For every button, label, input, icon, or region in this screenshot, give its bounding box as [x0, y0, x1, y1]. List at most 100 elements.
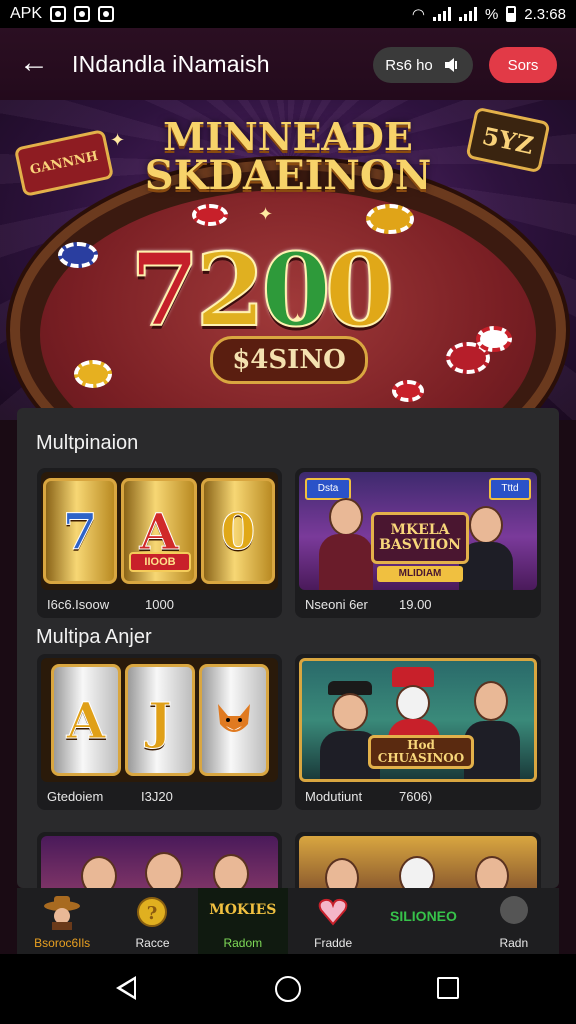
slot-reel: 7 — [43, 478, 117, 584]
app-root: APK ◠ % 2.3:68 ← INdandla iNamaish Rs6 h… — [0, 0, 576, 1024]
nav-item-profile[interactable]: Radn — [469, 888, 559, 954]
nav-item-coin[interactable]: ? Racce — [107, 888, 197, 954]
hero-banner[interactable]: GANNNH 5YZ MINNEADE SKDAEINON ✦ ✦ ✦ 7 2 … — [0, 100, 576, 420]
section-title: Multpinaion — [36, 432, 139, 454]
slots-icon: SILIONEO — [390, 908, 457, 924]
back-arrow-icon[interactable]: ← — [16, 46, 52, 82]
bottom-navigation: Bsoroc6Ils ? Racce MOKIES Radom Fradde S… — [17, 888, 559, 954]
game-card[interactable]: Dsta Tttd MKELA BASVIION MLIDIAM Nseoni … — [295, 468, 541, 618]
nav-item-heart[interactable]: Fradde — [288, 888, 378, 954]
signal-icon — [458, 7, 477, 21]
reel-banner: IIOOB — [129, 552, 191, 572]
tag-right: Tttd — [489, 478, 531, 500]
nav-label: Racce — [135, 936, 170, 950]
character-face — [145, 852, 183, 888]
poker-chip-icon — [58, 242, 98, 268]
game-thumbnail: Hod CHUASINOO — [299, 658, 537, 782]
game-card[interactable] — [295, 832, 541, 888]
nav-label: Bsoroc6Ils — [34, 936, 91, 950]
reel-symbol: J — [148, 690, 173, 750]
tag-left: Dsta — [305, 478, 351, 500]
movies-icon: MOKIES — [209, 902, 277, 918]
fox-icon — [218, 704, 250, 732]
character-face — [399, 856, 435, 888]
game-card[interactable]: Hod CHUASINOO Modutiunt 7606) — [295, 654, 541, 810]
notification-icon — [50, 6, 67, 22]
nav-label: Radn — [499, 936, 529, 950]
hero-title-line2: SKDAEINON — [144, 152, 432, 199]
app-header: ← INdandla iNamaish Rs6 ho Sors — [0, 28, 576, 100]
character-hat — [392, 667, 434, 687]
game-card[interactable]: A J Gtedoiem I3J20 — [37, 654, 282, 810]
character-face — [474, 681, 508, 721]
system-navigation-bar — [0, 954, 576, 1024]
character-face — [329, 498, 363, 536]
game-thumbnail: A J — [41, 658, 278, 782]
character-scene: Dsta Tttd MKELA BASVIION MLIDIAM — [299, 472, 537, 590]
slot-reel: J — [125, 664, 195, 776]
battery-percent: % — [484, 5, 499, 23]
jackpot-digit: 0 — [260, 231, 332, 349]
system-home-icon[interactable] — [275, 976, 301, 1002]
reel-symbol: A — [66, 690, 106, 750]
hero-plaque: $4SINO — [210, 336, 368, 384]
game-value: 1000 — [145, 597, 174, 612]
wifi-icon: ◠ — [411, 6, 425, 23]
sparkle-icon: ✦ — [258, 204, 274, 224]
game-thumbnail: 7 A 0 IIOOB — [41, 472, 278, 590]
game-subtitle: MLIDIAM — [377, 566, 463, 582]
clock: 2.3:68 — [524, 5, 566, 23]
jackpot-digit: 0 — [324, 231, 396, 349]
character-face — [213, 854, 249, 888]
system-back-icon[interactable] — [116, 976, 136, 1000]
game-card[interactable] — [37, 832, 282, 888]
character-face — [81, 856, 117, 888]
game-thumbnail: Dsta Tttd MKELA BASVIION MLIDIAM — [299, 472, 537, 590]
slot-reel: A — [51, 664, 121, 776]
jackpot-digit: 2 — [195, 231, 267, 349]
character-face — [325, 858, 359, 888]
profile-icon — [499, 896, 528, 924]
game-caption: Modutiunt — [305, 789, 363, 804]
nav-label: Fradde — [314, 936, 353, 950]
battery-icon — [506, 6, 517, 22]
game-caption: Nseoni 6er — [305, 597, 368, 612]
slot-reel: 0 — [201, 478, 275, 584]
svg-text:?: ? — [147, 903, 158, 924]
game-caption: I6c6.Isoow — [47, 597, 110, 612]
character-face — [469, 506, 503, 544]
page-title: INdandla iNamaish — [72, 50, 270, 77]
nav-label: Radom — [223, 936, 263, 950]
notification-icon — [74, 6, 91, 22]
balance-pill-button[interactable]: Rs6 ho — [373, 47, 473, 83]
system-recents-icon[interactable] — [437, 977, 459, 999]
game-card[interactable]: 7 A 0 IIOOB I6c6.Isoow 1000 — [37, 468, 282, 618]
cowboy-icon — [44, 896, 81, 930]
games-panel: Multpinaion 7 A 0 IIOOB I6c6.Isoow 1000 … — [17, 408, 559, 888]
nav-item-cowboy[interactable]: Bsoroc6Ils — [17, 888, 107, 954]
game-title-sign: MKELA BASVIION — [371, 512, 469, 564]
poker-chip-icon — [74, 360, 112, 388]
nav-item-movies[interactable]: MOKIES Radom — [197, 888, 288, 954]
section-title: Multipa Anjer — [36, 626, 152, 648]
game-value: 7606) — [399, 789, 433, 804]
poker-chip-icon — [476, 326, 512, 352]
poker-chip-icon — [366, 204, 414, 234]
reel-symbol: 0 — [220, 501, 256, 561]
balance-pill-label: Rs6 ho — [385, 56, 433, 74]
status-bar: APK ◠ % 2.3:68 — [0, 0, 576, 28]
slot-reel — [199, 664, 269, 776]
character-face — [332, 693, 368, 731]
nav-item-slots[interactable]: SILIONEO — [378, 888, 468, 954]
character-scene: Hod CHUASINOO — [302, 661, 534, 779]
action-button[interactable]: Sors — [489, 47, 557, 83]
game-thumbnail — [299, 836, 537, 888]
carrier-label: APK — [10, 5, 43, 22]
character-face — [396, 685, 430, 721]
signal-icon — [432, 7, 451, 21]
game-value: I3J20 — [141, 789, 173, 804]
sound-icon — [444, 58, 457, 72]
poker-chip-icon — [392, 380, 424, 402]
poker-chip-icon — [192, 204, 228, 226]
character-body — [319, 534, 373, 590]
